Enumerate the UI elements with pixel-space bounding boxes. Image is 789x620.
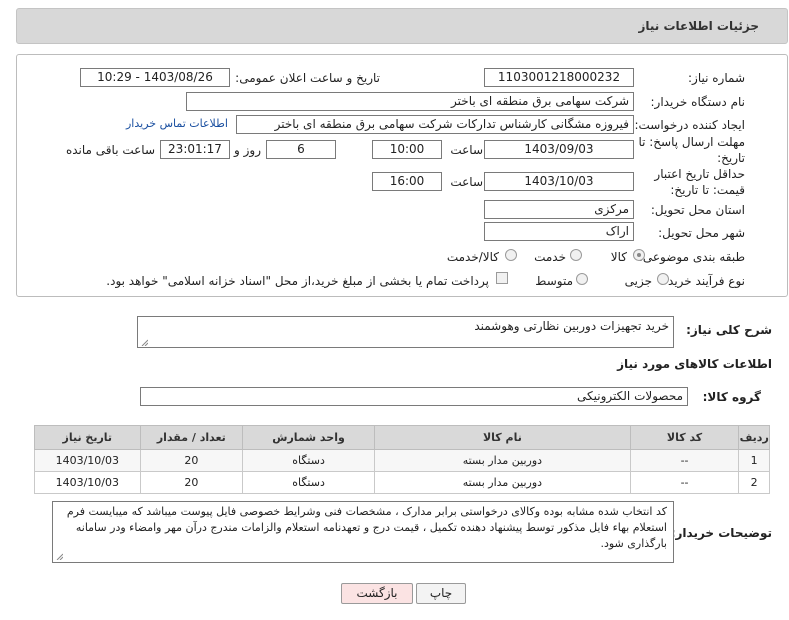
cell-need-date: 1403/10/03	[34, 449, 141, 472]
province-field: مرکزی	[484, 200, 634, 219]
table-row: 1 -- دوربین مدار بسته دستگاه 20 1403/10/…	[34, 449, 770, 472]
price-validity-time-field: 16:00	[372, 172, 442, 191]
cell-row-number: 1	[738, 449, 770, 472]
goods-table: ردیف کد کالا نام کالا واحد شمارش تعداد /…	[34, 425, 770, 494]
description-label: شرح کلی نیاز:	[686, 323, 772, 337]
col-header-item-code: کد کالا	[629, 425, 740, 450]
print-button[interactable]: چاپ	[416, 583, 466, 604]
table-row: 2 -- دوربین مدار بسته دستگاه 20 1403/10/…	[34, 471, 770, 494]
price-validity-time-label: ساعت	[450, 175, 483, 189]
process-minor-label: جزیی	[624, 274, 652, 288]
category-goods-service-radio[interactable]	[505, 249, 517, 261]
buyer-org-label: نام دستگاه خریدار:	[650, 95, 746, 109]
cell-item-code: --	[629, 471, 740, 494]
col-header-unit: واحد شمارش	[242, 425, 376, 450]
goods-group-label: گروه کالا:	[702, 390, 761, 404]
cell-row-number: 2	[738, 471, 770, 494]
reply-deadline-time-field: 10:00	[372, 140, 442, 159]
category-service-label: خدمت	[534, 250, 566, 264]
col-header-row-number: ردیف	[738, 425, 770, 450]
description-field: خرید تجهیزات دوربین نظارتی وهوشمند	[137, 316, 674, 348]
price-validity-date-field: 1403/10/03	[484, 172, 634, 191]
price-validity-label: حداقل تاریخ اعتبار قیمت: تا تاریخ:	[654, 167, 745, 197]
remaining-time-label: ساعت باقی مانده	[65, 143, 155, 157]
resize-grip-icon	[56, 553, 63, 560]
category-goods-service-label: کالا/خدمت	[446, 250, 499, 264]
remaining-days-label: روز و	[234, 143, 261, 157]
province-label: استان محل تحویل:	[650, 203, 745, 217]
resize-grip-icon	[141, 339, 148, 346]
reply-deadline-time-label: ساعت	[450, 143, 483, 157]
back-button[interactable]: بازگشت	[341, 583, 413, 604]
cell-unit: دستگاه	[242, 471, 376, 494]
buyer-notes-field: کد انتخاب شده مشابه بوده وکالای درخواستی…	[52, 501, 674, 563]
page-header: جزئیات اطلاعات نیاز	[16, 8, 788, 44]
cell-item-name: دوربین مدار بسته	[374, 449, 631, 472]
city-field: اراک	[484, 222, 634, 241]
cell-need-date: 1403/10/03	[34, 471, 141, 494]
col-header-quantity: تعداد / مقدار	[139, 425, 244, 450]
cell-item-name: دوربین مدار بسته	[374, 471, 631, 494]
requester-field: فیروزه مشگانی کارشناس تدارکات شرکت سهامی…	[236, 115, 634, 134]
need-number-label: شماره نیاز:	[688, 71, 745, 85]
buyer-notes-label: توضیحات خریدار:	[670, 526, 772, 540]
buyer-org-field: شرکت سهامی برق منطقه ای باختر	[186, 92, 634, 111]
treasury-payment-note: پرداخت تمام یا بخشی از مبلغ خرید،از محل …	[106, 274, 489, 288]
cell-quantity: 20	[139, 471, 244, 494]
col-header-item-name: نام کالا	[374, 425, 631, 450]
treasury-payment-checkbox[interactable]	[496, 272, 508, 284]
remaining-time-field: 23:01:17	[160, 140, 230, 159]
buyer-contact-link[interactable]: اطلاعات تماس خریدار	[126, 117, 228, 130]
category-goods-label: کالا	[610, 250, 627, 264]
cell-quantity: 20	[139, 449, 244, 472]
requester-label: ایجاد کننده درخواست:	[634, 118, 745, 132]
table-header-row: ردیف کد کالا نام کالا واحد شمارش تعداد /…	[34, 425, 770, 450]
category-service-radio[interactable]	[570, 249, 582, 261]
col-header-need-date: تاریخ نیاز	[34, 425, 141, 450]
announce-datetime-label: تاریخ و ساعت اعلان عمومی:	[235, 71, 380, 85]
process-minor-radio[interactable]	[657, 273, 669, 285]
process-medium-label: متوسط	[535, 274, 573, 288]
cell-item-code: --	[629, 449, 740, 472]
goods-section-title: اطلاعات کالاهای مورد نیاز	[617, 357, 772, 371]
need-number-field: 1103001218000232	[484, 68, 634, 87]
city-label: شهر محل تحویل:	[658, 226, 745, 240]
reply-deadline-label: مهلت ارسال پاسخ: تا تاریخ:	[638, 135, 745, 165]
goods-group-field: محصولات الکترونیکی	[140, 387, 688, 406]
announce-datetime-field: 1403/08/26 - 10:29	[80, 68, 230, 87]
reply-deadline-date-field: 1403/09/03	[484, 140, 634, 159]
category-label: طبقه بندی موضوعی:	[638, 250, 745, 264]
process-medium-radio[interactable]	[576, 273, 588, 285]
remaining-days-field: 6	[266, 140, 336, 159]
page-title: جزئیات اطلاعات نیاز	[638, 19, 759, 33]
purchase-process-label: نوع فرآیند خرید :	[660, 274, 745, 288]
category-goods-radio[interactable]	[633, 249, 645, 261]
cell-unit: دستگاه	[242, 449, 376, 472]
